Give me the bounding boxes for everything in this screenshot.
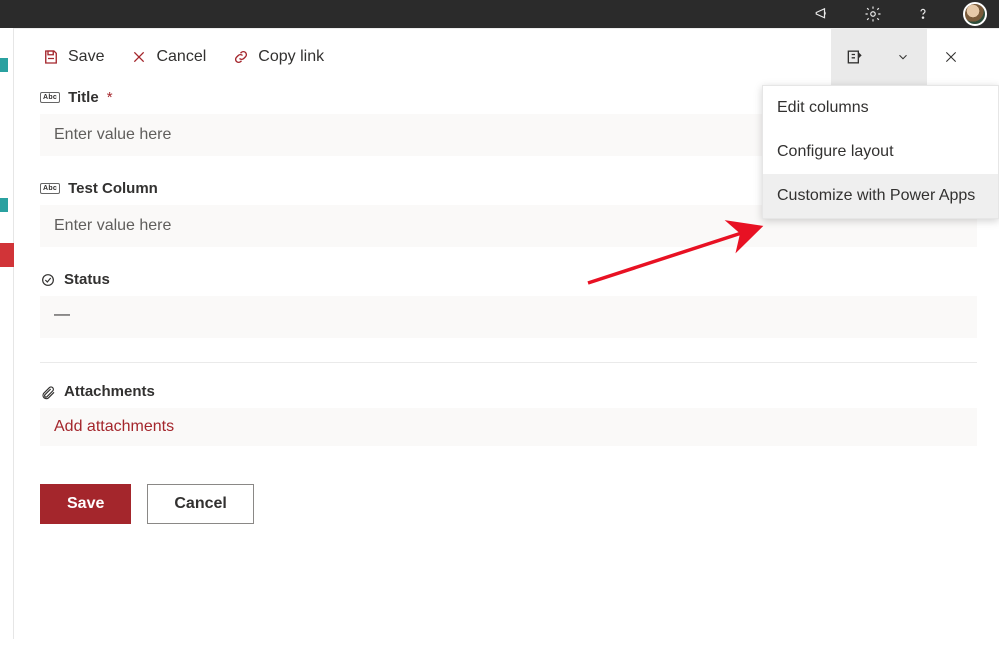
command-bar: Save Cancel Copy link [14, 29, 999, 85]
app-header [0, 0, 999, 28]
form-footer: Save Cancel [40, 470, 977, 524]
field-attachments: Attachments Add attachments [40, 383, 977, 446]
add-attachments-button[interactable]: Add attachments [40, 408, 977, 446]
text-type-icon: Abc [40, 183, 60, 194]
attachment-icon [40, 384, 56, 400]
gear-icon[interactable] [863, 4, 883, 24]
field-status-label: Status [64, 271, 110, 288]
menu-item-customize-power-apps[interactable]: Customize with Power Apps [763, 174, 998, 218]
copy-link-command[interactable]: Copy link [228, 42, 328, 72]
save-command[interactable]: Save [38, 42, 108, 72]
cancel-icon [130, 48, 148, 66]
customize-form-menu: Edit columns Configure layout Customize … [762, 85, 999, 219]
field-test-column-label: Test Column [68, 180, 158, 197]
cancel-button[interactable]: Cancel [147, 484, 253, 524]
right-toolbar [831, 29, 975, 85]
save-icon [42, 48, 60, 66]
field-attachments-label: Attachments [64, 383, 155, 400]
copy-link-command-label: Copy link [258, 48, 324, 66]
background-left-strip [0, 28, 14, 639]
customize-form-button[interactable] [831, 29, 879, 85]
field-status-label-row: Status [40, 271, 977, 288]
customize-form-chevron[interactable] [879, 29, 927, 85]
text-type-icon: Abc [40, 92, 60, 103]
megaphone-icon[interactable] [813, 4, 833, 24]
cancel-command[interactable]: Cancel [126, 42, 210, 72]
link-icon [232, 48, 250, 66]
close-panel-button[interactable] [927, 29, 975, 85]
save-command-label: Save [68, 48, 104, 66]
status-value[interactable]: — [40, 296, 977, 338]
divider [40, 362, 977, 363]
user-avatar[interactable] [963, 2, 987, 26]
menu-item-configure-layout[interactable]: Configure layout [763, 130, 998, 174]
field-attachments-label-row: Attachments [40, 383, 977, 400]
field-status: Status — [40, 271, 977, 338]
cancel-command-label: Cancel [156, 48, 206, 66]
choice-type-icon [40, 272, 56, 288]
field-title-label: Title [68, 89, 99, 106]
menu-item-edit-columns[interactable]: Edit columns [763, 86, 998, 130]
save-button[interactable]: Save [40, 484, 131, 524]
form-panel: Save Cancel Copy link [14, 28, 999, 639]
required-indicator: * [107, 89, 113, 106]
help-icon[interactable] [913, 4, 933, 24]
